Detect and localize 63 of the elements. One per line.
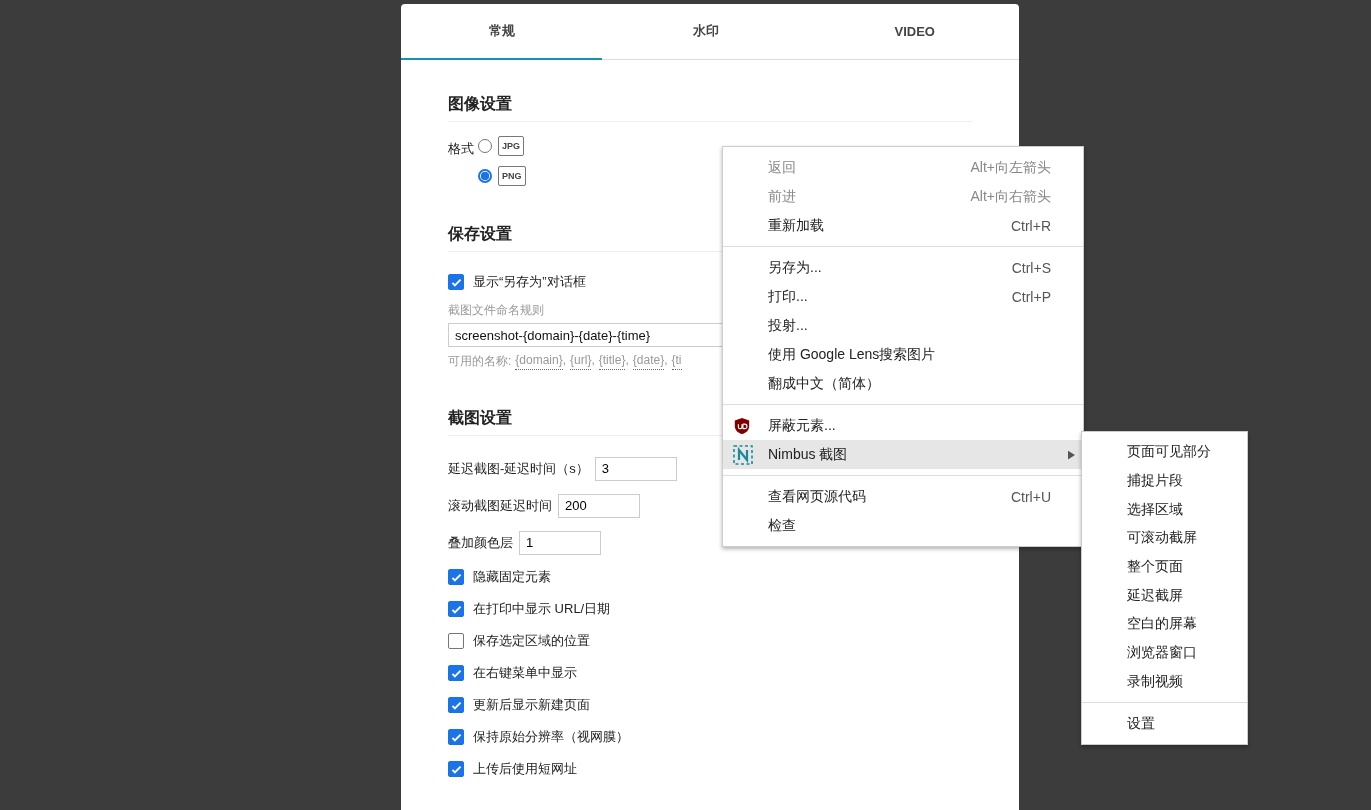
tab[interactable]: VIDEO: [810, 4, 1019, 60]
checkbox[interactable]: [448, 633, 464, 649]
checkbox[interactable]: [448, 697, 464, 713]
checkbox-label: 隐藏固定元素: [473, 568, 551, 586]
hint-text: 可用的名称:: [448, 353, 512, 370]
menu-item[interactable]: 选择区域: [1082, 495, 1247, 525]
menu-item[interactable]: 检查: [723, 511, 1083, 540]
format-badge: JPG: [498, 136, 524, 156]
menu-item[interactable]: 打印... Ctrl+P: [723, 282, 1083, 311]
checkbox-label: 显示“另存为”对话框: [473, 273, 586, 291]
checkbox[interactable]: [448, 274, 464, 290]
field-label: 滚动截图延迟时间: [448, 496, 552, 515]
letter-n-icon: [733, 444, 753, 465]
name-token: {domain}: [515, 353, 563, 370]
menu-item[interactable]: 捕捉片段: [1082, 466, 1247, 496]
shortcut-text: Ctrl+P: [1011, 288, 1051, 305]
number-input[interactable]: 3: [594, 456, 677, 481]
shortcut-text: Ctrl+S: [1011, 259, 1051, 276]
field-label: 截图文件命名规则: [448, 302, 545, 319]
section-heading: 图像设置: [448, 94, 972, 122]
menu-item[interactable]: 空白的屏幕: [1082, 610, 1247, 639]
checkbox-label: 在打印中显示 URL/日期: [473, 600, 611, 618]
menu-item[interactable]: 延迟截屏: [1082, 581, 1247, 611]
checkbox[interactable]: [448, 601, 464, 617]
field-label: 叠加颜色层: [448, 533, 513, 552]
name-token: {date}: [632, 353, 665, 370]
menu-item[interactable]: 浏览器窗口: [1082, 638, 1247, 668]
field-label: 延迟截图-延迟时间（s）: [448, 459, 589, 478]
separator-text: ,: [664, 353, 668, 369]
shortcut-text: Ctrl+R: [1010, 217, 1051, 234]
field-label: 格式: [448, 140, 474, 158]
checkbox-label: 上传后使用短网址: [473, 760, 577, 778]
shortcut-text: Alt+向左箭头: [970, 158, 1051, 177]
menu-item[interactable]: 翻成中文（简体）: [723, 369, 1083, 398]
checkbox[interactable]: [448, 665, 464, 681]
menu-item[interactable]: Nimbus 截图: [723, 440, 1083, 469]
format-badge: PNG: [498, 166, 526, 186]
tab[interactable]: 常规: [401, 4, 602, 60]
menu-item[interactable]: 录制视频: [1082, 667, 1247, 697]
checkbox-label: 保持原始分辨率（视网膜）: [473, 728, 629, 746]
menu-item[interactable]: 整个页面: [1082, 552, 1247, 582]
separator-text: ,: [591, 353, 595, 369]
shortcut-text: Ctrl+U: [1010, 488, 1051, 505]
menu-item[interactable]: 页面可见部分: [1082, 438, 1247, 467]
menu-item[interactable]: 可滚动截屏: [1082, 524, 1247, 553]
checkbox[interactable]: [448, 569, 464, 585]
shield-icon: [733, 416, 751, 435]
menu-item[interactable]: 设置: [1082, 709, 1247, 738]
number-input[interactable]: 200: [558, 493, 640, 518]
radio-button[interactable]: [478, 169, 492, 183]
separator-text: ,: [562, 353, 567, 369]
name-token: {ti: [671, 353, 682, 370]
checkbox-label: 在右键菜单中显示: [473, 664, 577, 682]
separator-text: ,: [625, 353, 629, 369]
menu-item[interactable]: 查看网页源代码 Ctrl+U: [723, 482, 1083, 511]
shortcut-text: Alt+向右箭头: [970, 187, 1051, 206]
checkbox[interactable]: [448, 761, 464, 777]
checkbox-label: 更新后显示新建页面: [473, 696, 590, 714]
number-input[interactable]: 1: [519, 530, 601, 555]
menu-item[interactable]: 另存为... Ctrl+S: [723, 253, 1083, 282]
checkbox[interactable]: [448, 729, 464, 745]
checkbox-label: 保存选定区域的位置: [473, 632, 590, 650]
tab[interactable]: 水印: [602, 4, 811, 60]
